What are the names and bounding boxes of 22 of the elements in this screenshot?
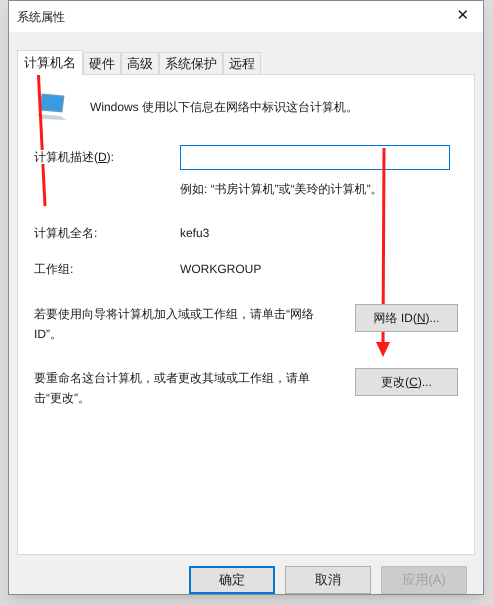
dialog-button[interactable]: 确定 [189, 566, 275, 594]
action-button[interactable]: 网络 ID(N)... [355, 304, 458, 332]
instruction-text: 若要使用向导将计算机加入域或工作组，请单击“网络 ID”。 [34, 306, 315, 343]
hint-text: 例如: “书房计算机”或“美玲的计算机”。 [180, 180, 384, 198]
instruction-text: 要重命名这台计算机，或者更改其域或工作组，请单击“更改”。 [34, 370, 311, 407]
field-label: 工作组: [34, 260, 74, 278]
laptop-icon [34, 92, 68, 122]
close-button[interactable]: ✕ [443, 1, 483, 32]
tab[interactable]: 计算机名 [17, 50, 83, 75]
tab[interactable]: 远程 [223, 52, 261, 74]
action-button[interactable]: 更改(C)... [355, 368, 458, 396]
tab[interactable]: 高级 [121, 52, 159, 74]
tab[interactable]: 硬件 [83, 52, 121, 74]
tab[interactable]: 系统保护 [159, 52, 223, 74]
dialog-button[interactable]: 取消 [285, 566, 371, 594]
intro-text: Windows 使用以下信息在网络中标识这台计算机。 [90, 98, 358, 116]
description-field[interactable] [180, 144, 450, 170]
window-title: 系统属性 [17, 8, 65, 26]
field-value: kefu3 [180, 224, 210, 242]
field-value: WORKGROUP [180, 260, 262, 278]
field-label: 计算机描述(D): [34, 150, 114, 164]
field-label: 计算机全名: [34, 224, 98, 242]
